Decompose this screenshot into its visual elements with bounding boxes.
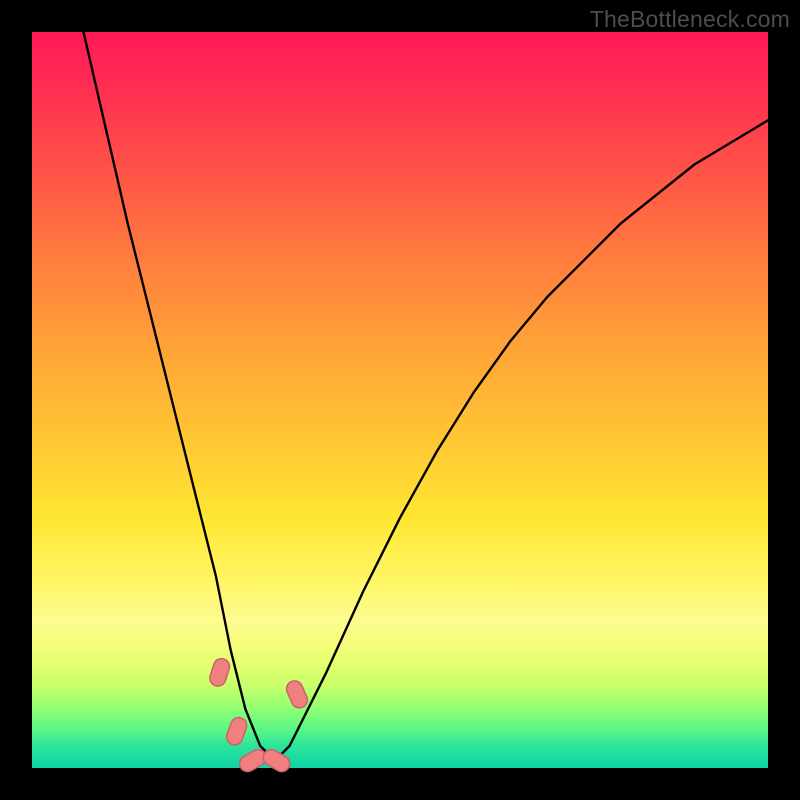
pt-left-lower bbox=[224, 715, 249, 747]
bottleneck-curve bbox=[84, 32, 769, 761]
pt-right-upper bbox=[284, 678, 310, 710]
chart-frame: TheBottleneck.com bbox=[0, 0, 800, 800]
watermark-text: TheBottleneck.com bbox=[590, 6, 790, 33]
pt-left-upper bbox=[208, 657, 232, 689]
chart-svg bbox=[32, 32, 768, 768]
marker-group bbox=[208, 657, 310, 775]
chart-plot-area bbox=[32, 32, 768, 768]
